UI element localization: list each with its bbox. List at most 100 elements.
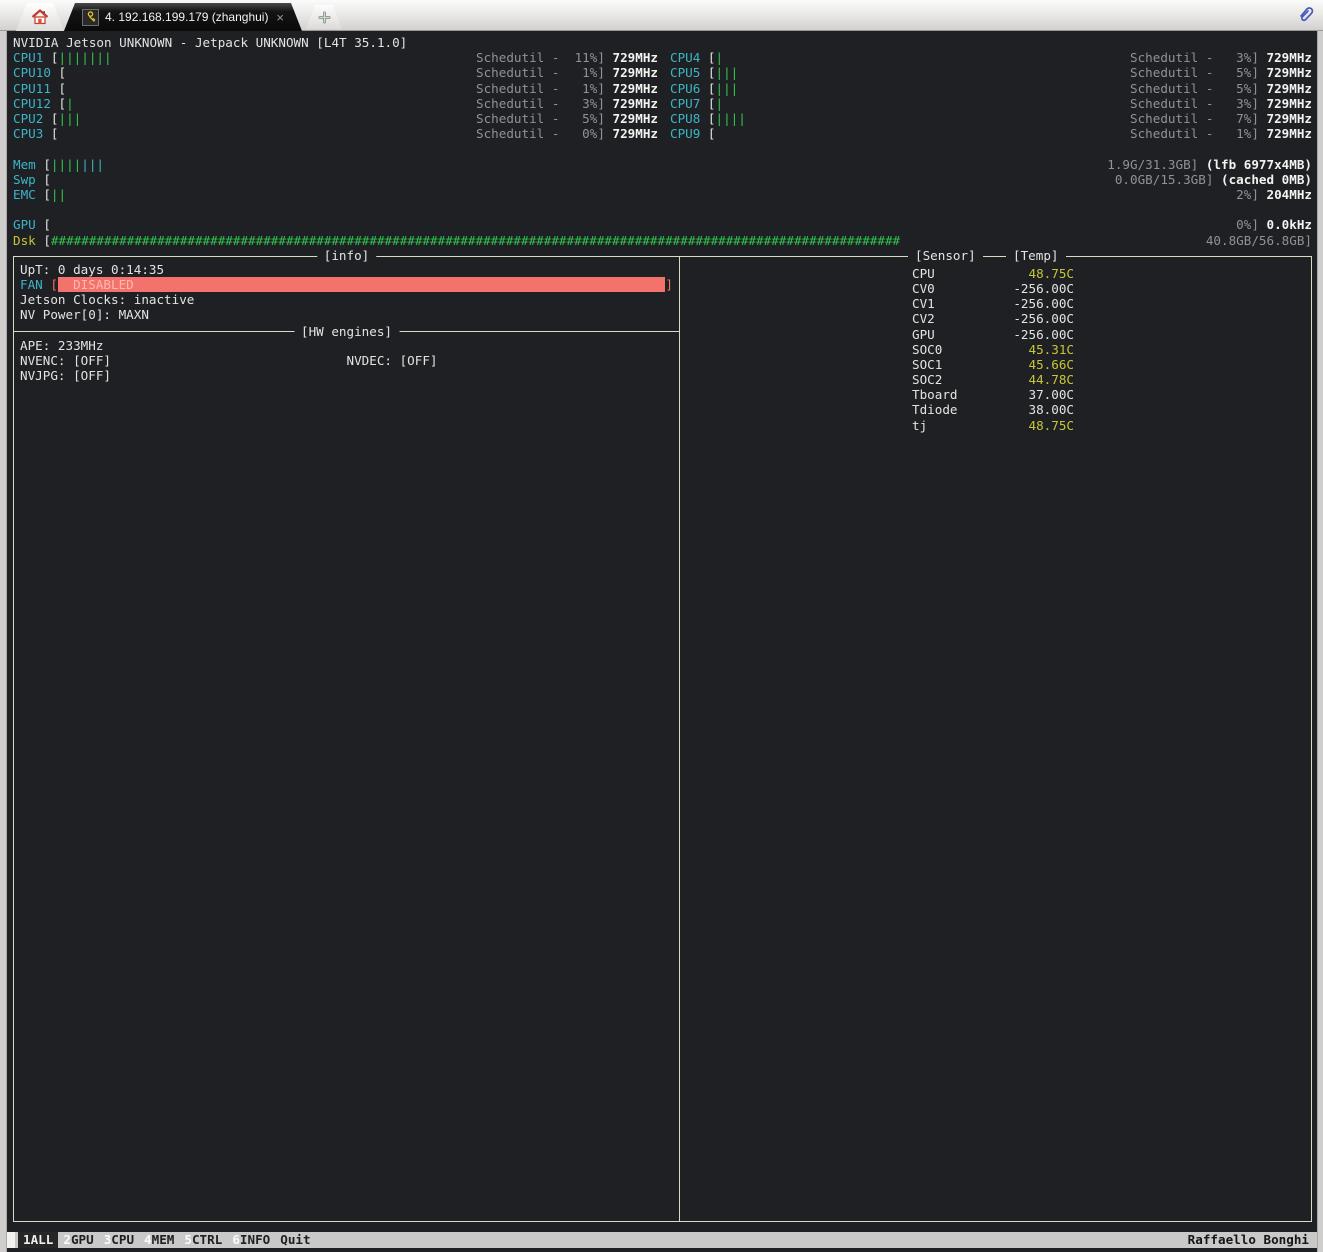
gauge-bracket-open: [ (50, 95, 67, 111)
menu-item-cpu[interactable]: 3CPU (99, 1232, 139, 1248)
sensor-row: Tdiode 38.00C (912, 402, 1305, 417)
sensor-name: Tdiode (912, 402, 958, 418)
gauge-freq: 729MHz (1258, 50, 1313, 66)
sensor-name: GPU (912, 326, 935, 342)
gauge-bracket-open: [ (700, 111, 716, 126)
gauge-label: CPU10 (13, 65, 51, 81)
gauge-bracket-open: [ (700, 126, 716, 142)
sensor-row: SOC2 44.78C (912, 372, 1305, 387)
gauge-bracket-open: [ (50, 65, 67, 81)
sensor-name: SOC1 (912, 356, 943, 372)
tab-title: 4. 192.168.199.179 (zhanghui) (105, 10, 269, 24)
gauge-bars: ||| (716, 65, 1131, 80)
gauge-freq: 729MHz (1258, 111, 1313, 126)
menu-cursor-sliver (7, 1232, 15, 1248)
menu-item-key: 1 (23, 1232, 31, 1247)
nv-power-text: NV Power[0]: MAXN (20, 307, 149, 323)
gauge-extra: 204MHz (1258, 187, 1313, 202)
fan-bracket-open: [ (42, 276, 58, 292)
temp-column-header: [Temp] (1006, 247, 1066, 263)
menu-item-gpu[interactable]: 2GPU (58, 1232, 98, 1248)
sensor-temp: 45.31C (1028, 341, 1075, 357)
terminal-screen[interactable]: NVIDIA Jetson UNKNOWN - Jetpack UNKNOWN … (7, 31, 1317, 1252)
gauge-label: Dsk (13, 232, 36, 248)
sensor-row: CV2 -256.00C (912, 311, 1305, 326)
jtop-header: NVIDIA Jetson UNKNOWN - Jetpack UNKNOWN … (13, 35, 408, 50)
gauge-bars (59, 126, 477, 141)
home-icon (31, 9, 49, 25)
tab-session[interactable]: 4. 192.168.199.179 (zhanghui) × (64, 3, 302, 31)
gauge-bars (66, 81, 476, 96)
new-tab-button[interactable] (306, 5, 342, 29)
fan-bracket-close: ] (665, 276, 673, 292)
gauge-value-gray: Schedutil - 5%] (1130, 80, 1259, 96)
fan-gauge: FAN [ DISABLED ] (20, 276, 673, 293)
used-bars: || (50, 187, 67, 202)
cpu-usage-bars: ||| (715, 80, 739, 96)
sensor-row: Tboard 37.00C (912, 387, 1305, 402)
paperclip-icon[interactable] (1297, 5, 1315, 23)
menu-item-label: Quit (280, 1232, 311, 1247)
tab-home[interactable] (16, 3, 64, 31)
gauge-bracket-open: [ (700, 95, 716, 111)
menu-item-label: GPU (70, 1232, 94, 1247)
gauge-bars: | (716, 50, 1131, 65)
gauge-value-gray: 2%] (1236, 187, 1259, 202)
cpu10-gauge: CPU10 [Schedutil - 1%] 729MHz (13, 65, 658, 80)
gauge-label: Mem (13, 156, 36, 172)
menu-item-all[interactable]: 1ALL (18, 1232, 59, 1248)
gpu-gauge-row: GPU [0%] 0.0kHz (13, 217, 1312, 232)
gauge-value-gray: 0.0GB/15.3GB] (1114, 171, 1214, 187)
cpu-gauge-row: CPU12 [| Schedutil - 3%] 729MHz CPU7 [| Sch… (13, 96, 1312, 111)
sensor-temp: 48.75C (1028, 417, 1075, 433)
gauge-bars: | (66, 96, 476, 111)
sensor-temp: -256.00C (1013, 311, 1074, 327)
sensor-temp: 45.66C (1028, 356, 1075, 372)
gauge-freq: 729MHz (1258, 80, 1313, 96)
menu-item-ctrl[interactable]: 5CTRL (179, 1232, 227, 1248)
sensor-row: CPU 48.75C (912, 266, 1305, 281)
sensor-temp: -256.00C (1013, 326, 1074, 342)
gauge-value-gray: Schedutil - 1%] (476, 65, 605, 81)
gauge-value-gray: Schedutil - 1%] (1130, 126, 1259, 142)
gauge-label: CPU9 (670, 126, 701, 142)
gauge-bars: ||| (59, 111, 477, 126)
sensor-name: tj (912, 417, 928, 433)
cpu-usage-bars: |||| (715, 111, 746, 126)
menu-item-mem[interactable]: 4MEM (139, 1232, 179, 1248)
gauge-label: CPU4 (670, 50, 701, 66)
cpu-usage-bars: ||| (715, 65, 739, 81)
gauge-label: Swp (13, 171, 36, 187)
terminal-bottom-gap (7, 1248, 1317, 1252)
gauge-label: CPU7 (670, 95, 701, 111)
gauge-value-gray: Schedutil - 3%] (1130, 50, 1259, 66)
cpu-usage-bars: ||| (58, 111, 82, 126)
gauge-bars: ||||||| (51, 157, 1107, 172)
gauge-bars (51, 172, 1115, 187)
gauge-value-gray: 1.9G/31.3GB] (1107, 156, 1199, 172)
cpu12-gauge: CPU12 [| Schedutil - 3%] 729MHz (13, 96, 658, 111)
jtop-menu-bar: 1ALL 2GPU 3CPU 4MEM 5CTRL 6INFO Quit Raffaello… (7, 1232, 1317, 1248)
cpu8-gauge: CPU8 [|||| Schedutil - 7%] 729MHz (670, 111, 1312, 126)
menu-item-quit[interactable]: Quit (275, 1232, 315, 1248)
gauge-value-gray: Schedutil - 1%] (476, 80, 605, 96)
menu-item-label: ALL (30, 1232, 54, 1247)
menu-item-key: 2 (63, 1232, 71, 1247)
sensor-column-header: [Sensor] (908, 247, 983, 263)
gauge-value-gray: Schedutil - 7%] (1130, 111, 1259, 126)
dsk-gauge: Dsk [###################################… (13, 233, 1312, 248)
close-icon[interactable]: × (276, 10, 284, 25)
cpu-gauge-row: CPU3 [Schedutil - 0%] 729MHz CPU9 [Schedu… (13, 126, 1312, 141)
sensor-temp: 44.78C (1028, 372, 1075, 388)
gauge-label: GPU (13, 217, 36, 233)
gauge-freq: 729MHz (604, 95, 659, 111)
gauge-value-gray: 40.8GB/56.8GB] (1205, 232, 1312, 248)
gauge-bracket-open: [ (700, 65, 716, 81)
ape-text: APE: 233MHz (20, 337, 104, 353)
cpu-usage-bars: | (715, 95, 724, 111)
sensor-temp: -256.00C (1013, 280, 1074, 296)
plus-icon (318, 11, 331, 24)
gpu-gauge: GPU [0%] 0.0kHz (13, 217, 1312, 232)
sensor-temp: 37.00C (1028, 387, 1075, 403)
menu-item-info[interactable]: 6INFO (227, 1232, 275, 1248)
